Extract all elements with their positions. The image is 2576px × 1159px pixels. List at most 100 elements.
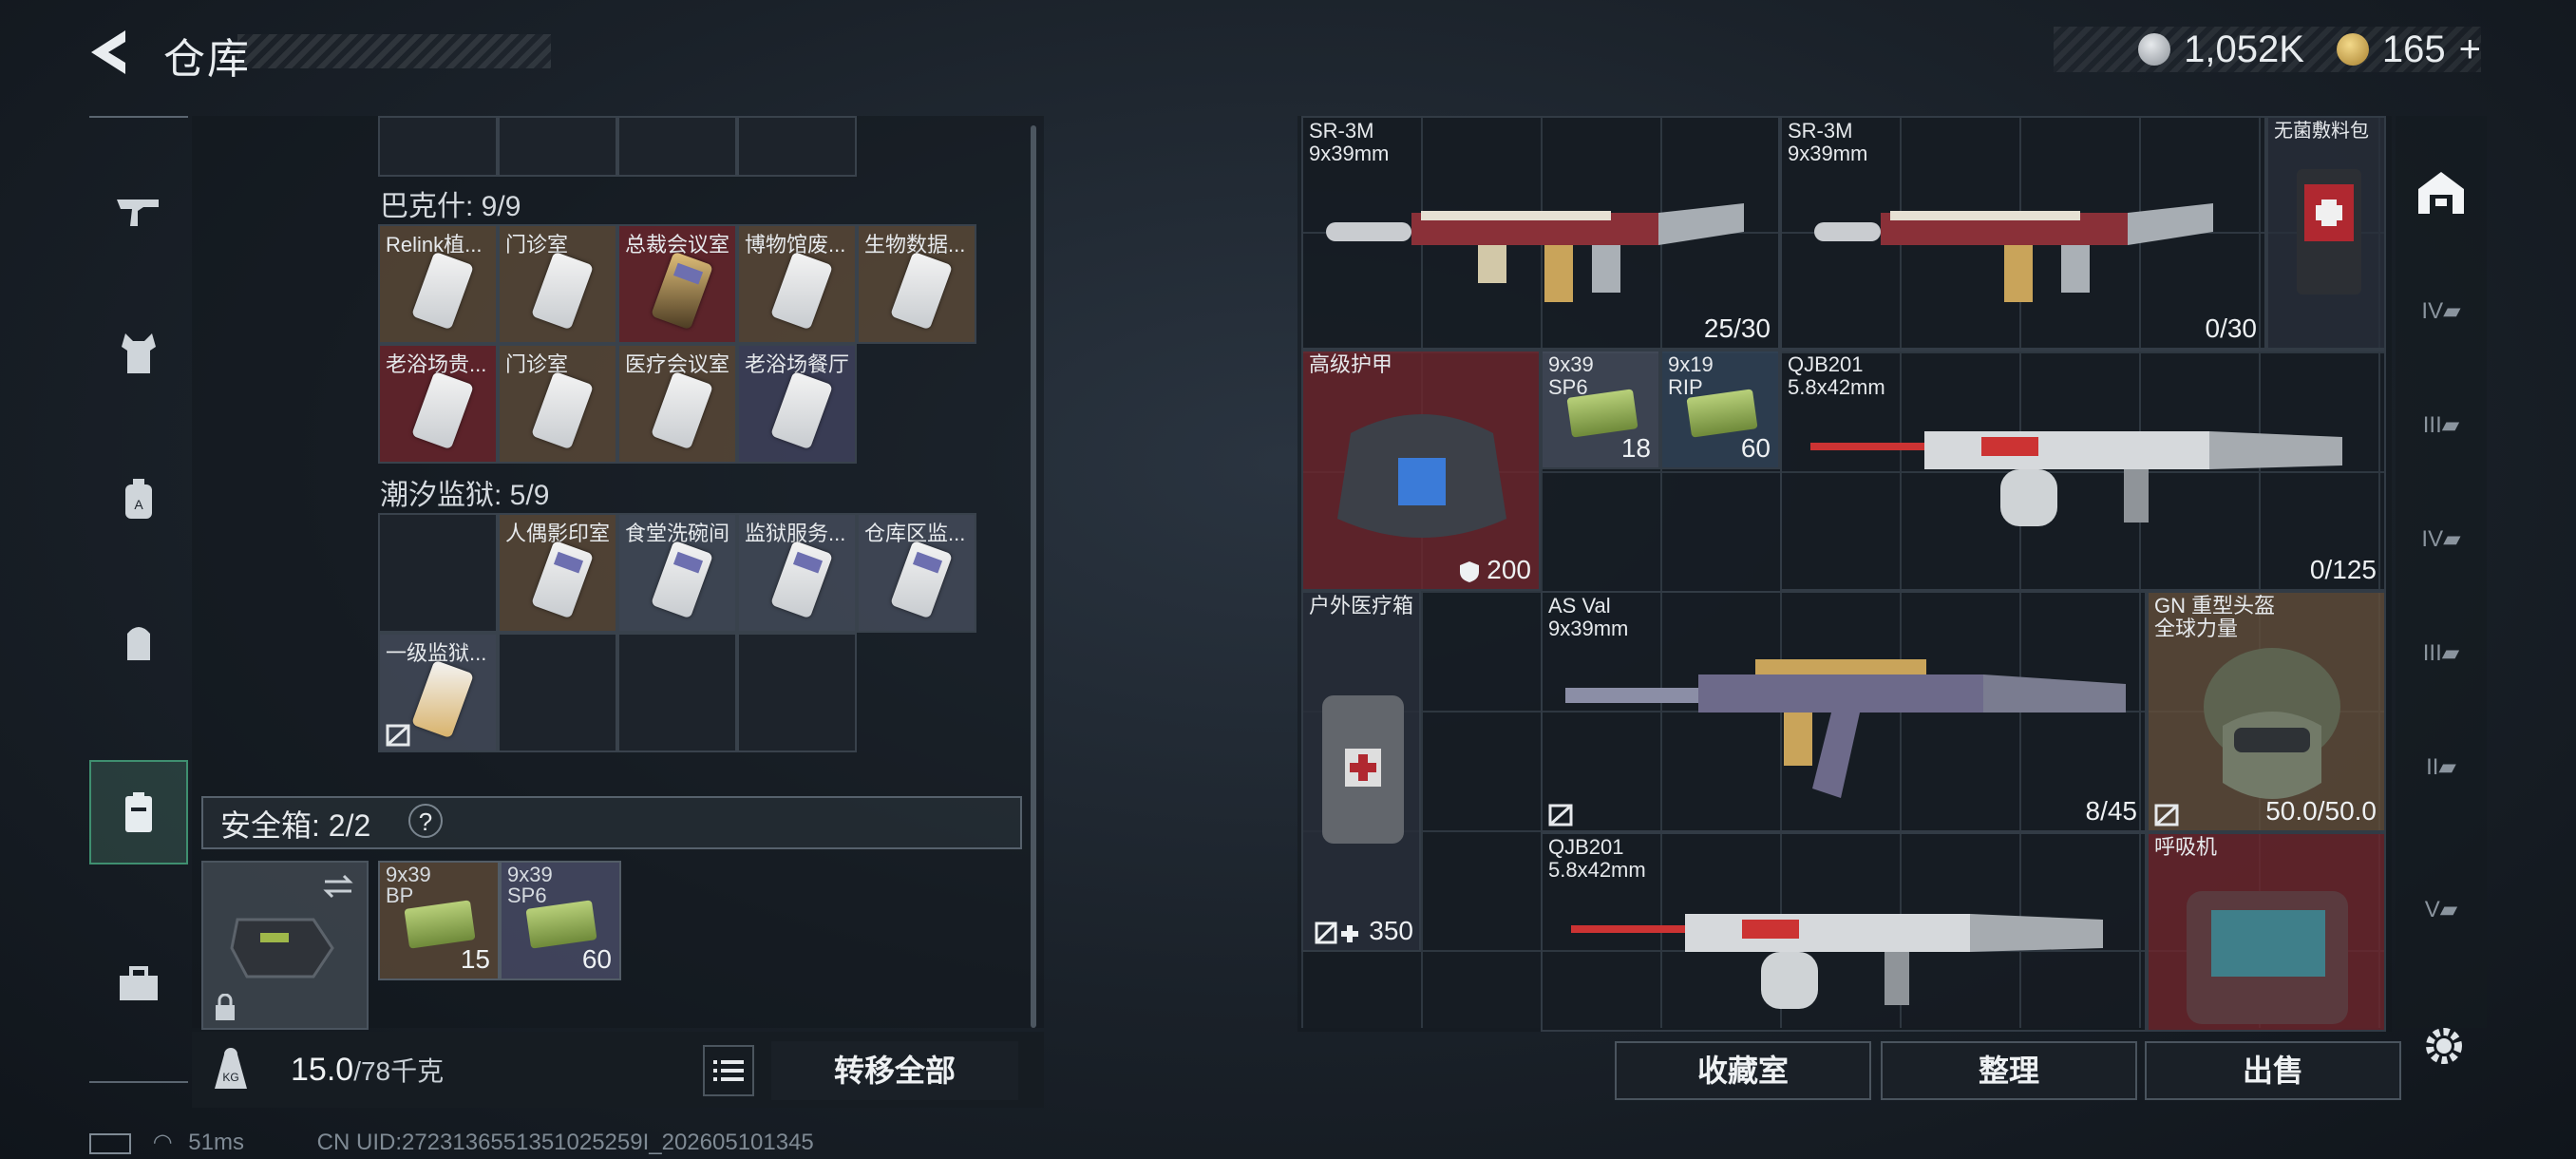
sort-button[interactable]: 整理 xyxy=(1881,1041,2137,1100)
ammo-count: 25/30 xyxy=(1703,314,1771,343)
chaoxi-title: 潮汐监狱: 5/9 xyxy=(380,480,550,511)
keycard-slot[interactable] xyxy=(378,116,498,177)
safe-ammo-slot[interactable]: 9x39 BP 15 xyxy=(378,861,500,980)
keycard-slot-empty[interactable] xyxy=(378,513,498,633)
keycard-slot[interactable]: 门诊室 xyxy=(498,344,617,464)
nav-backpack[interactable]: A xyxy=(89,450,188,549)
ammo-count: 18 xyxy=(1620,433,1651,463)
ammo-box-icon xyxy=(1566,389,1638,438)
ping-value: 51ms xyxy=(188,1130,244,1155)
armor-durability: 200 xyxy=(1459,555,1531,585)
rnav-tier3-a[interactable]: III▰ xyxy=(2396,372,2487,477)
stash-item-qjb201[interactable]: QJB201 5.8x42mm 0/125 xyxy=(1780,350,2386,591)
warehouse-icon xyxy=(2418,172,2464,214)
keycard-slot[interactable]: 博物馆废... xyxy=(737,224,857,344)
keycard-slot[interactable]: 人偶影印室 xyxy=(498,513,617,633)
svg-text:A: A xyxy=(134,497,143,512)
item-name: QJB201 5.8x42mm xyxy=(1788,352,1885,399)
transfer-all-button[interactable]: 转移全部 xyxy=(771,1041,1018,1100)
nav-bag[interactable] xyxy=(89,593,188,692)
rnav-tier3-b[interactable]: III▰ xyxy=(2396,600,2487,705)
rifle-icon xyxy=(1814,203,2213,302)
nav-weapons[interactable] xyxy=(89,162,188,260)
keycard-slot[interactable]: 生物数据... xyxy=(857,224,976,344)
machine-gun-icon xyxy=(1810,431,2342,526)
rnav-tier4-a[interactable]: IV▰ xyxy=(2396,258,2487,363)
item-name: 呼吸机 xyxy=(2154,835,2218,859)
stash-item-ammo[interactable]: 9x39 SP6 18 xyxy=(1541,350,1660,469)
keycard-icon xyxy=(531,540,594,619)
safe-case-icon xyxy=(230,918,334,978)
stash-item-sr3m[interactable]: SR-3M 9x39mm 25/30 xyxy=(1301,116,1780,350)
battery-icon xyxy=(89,1132,131,1154)
sell-button[interactable]: 出售 xyxy=(2145,1041,2401,1100)
stash-item-ammo[interactable]: 9x19 RIP 60 xyxy=(1660,350,1780,469)
keycard-icon xyxy=(651,540,713,619)
rnav-tier5[interactable]: V▰ xyxy=(2396,857,2487,961)
rifle-icon xyxy=(1326,203,1744,302)
keycard-slot[interactable]: 仓库区监... xyxy=(857,513,976,633)
collection-room-button[interactable]: 收藏室 xyxy=(1615,1041,1871,1100)
keycard-icon xyxy=(531,370,594,450)
list-view-button[interactable] xyxy=(703,1045,754,1096)
stash-item-medkit[interactable]: 户外医疗箱 350 xyxy=(1301,591,1421,952)
help-button[interactable]: ? xyxy=(408,804,443,838)
keycard-slot-empty[interactable] xyxy=(737,633,857,752)
add-gold-button[interactable]: + xyxy=(2459,28,2481,71)
swap-icon[interactable] xyxy=(321,872,355,901)
ammo-count: 0/125 xyxy=(2309,555,2377,584)
nav-armor[interactable] xyxy=(89,304,188,403)
nav-toolbox[interactable] xyxy=(89,935,188,1034)
item-name: GN 重型头盔 全球力量 xyxy=(2154,594,2276,640)
safe-ammo-slot[interactable]: 9x39 SP6 60 xyxy=(500,861,621,980)
item-name: SR-3M 9x39mm xyxy=(1788,119,1868,165)
keycard-slot[interactable]: 总裁会议室 xyxy=(617,224,737,344)
safe-box-container[interactable] xyxy=(201,861,369,1030)
keycard-icon xyxy=(770,370,833,450)
bag-icon xyxy=(127,627,150,660)
keycard-slot[interactable]: 门诊室 xyxy=(498,224,617,344)
rnav-tier2[interactable]: II▰ xyxy=(2396,714,2487,819)
stash-item-asval[interactable]: AS Val 9x39mm 8/45 xyxy=(1541,591,2147,832)
tier-iv-icon: IV▰ xyxy=(2421,525,2461,552)
keycard-slot[interactable]: Relink植... xyxy=(378,224,498,344)
keycard-slot[interactable] xyxy=(617,116,737,177)
armor-durability-value: 200 xyxy=(1487,555,1531,584)
keycard-slot-empty[interactable] xyxy=(617,633,737,752)
stash-item-armor[interactable]: 高级护甲 200 xyxy=(1301,350,1541,591)
stash-item-respirator[interactable]: 呼吸机 xyxy=(2147,832,2386,1032)
stash-item-helmet[interactable]: GN 重型头盔 全球力量 50.0/50.0 xyxy=(2147,591,2386,832)
item-name: 无菌敷料包 xyxy=(2274,121,2369,142)
rifle-icon xyxy=(1565,659,2126,798)
silver-coin-icon xyxy=(2138,33,2171,66)
stash-item-qjb201[interactable]: QJB201 5.8x42mm xyxy=(1541,832,2147,1032)
keycard-slot[interactable] xyxy=(737,116,857,177)
settings-gear-icon[interactable] xyxy=(2420,1022,2468,1070)
item-name: 9x39 SP6 xyxy=(1548,352,1594,399)
nav-safe-box[interactable] xyxy=(89,760,188,864)
keycard-icon xyxy=(890,251,953,331)
rnav-tier4-b[interactable]: IV▰ xyxy=(2396,486,2487,591)
safe-box-label: 安全箱: 2/2 xyxy=(220,808,371,843)
stash-item-sr3m[interactable]: SR-3M 9x39mm 0/30 xyxy=(1780,116,2266,350)
rnav-all[interactable] xyxy=(2396,141,2487,245)
uid-text: CN UID:2723136551351025259I_202605101345 xyxy=(316,1130,814,1155)
stash-item-bandage[interactable]: 无菌敷料包 xyxy=(2266,116,2386,350)
item-name: 户外医疗箱 xyxy=(1309,594,1414,618)
keycard-slot[interactable] xyxy=(498,116,617,177)
item-name: 高级护甲 xyxy=(1309,352,1393,376)
back-icon[interactable] xyxy=(87,28,133,76)
keycard-slot[interactable]: 老浴场贵... xyxy=(378,344,498,464)
safe-box-icon xyxy=(125,792,152,832)
keycard-slot[interactable]: 监狱服务... xyxy=(737,513,857,633)
keycard-slot[interactable]: 一级监狱... xyxy=(378,633,498,752)
keycard-slot-empty[interactable] xyxy=(498,633,617,752)
keycard-slot[interactable]: 老浴场餐厅 xyxy=(737,344,857,464)
keycard-slot[interactable]: 医疗会议室 xyxy=(617,344,737,464)
keycard-slot[interactable]: 食堂洗碗间 xyxy=(617,513,737,633)
wifi-icon: ◠ xyxy=(152,1130,173,1155)
keycard-icon xyxy=(411,370,474,450)
left-scrollbar[interactable] xyxy=(1031,125,1036,1028)
keycard-icon xyxy=(411,659,474,739)
tier-iv-icon: IV▰ xyxy=(2421,297,2461,324)
